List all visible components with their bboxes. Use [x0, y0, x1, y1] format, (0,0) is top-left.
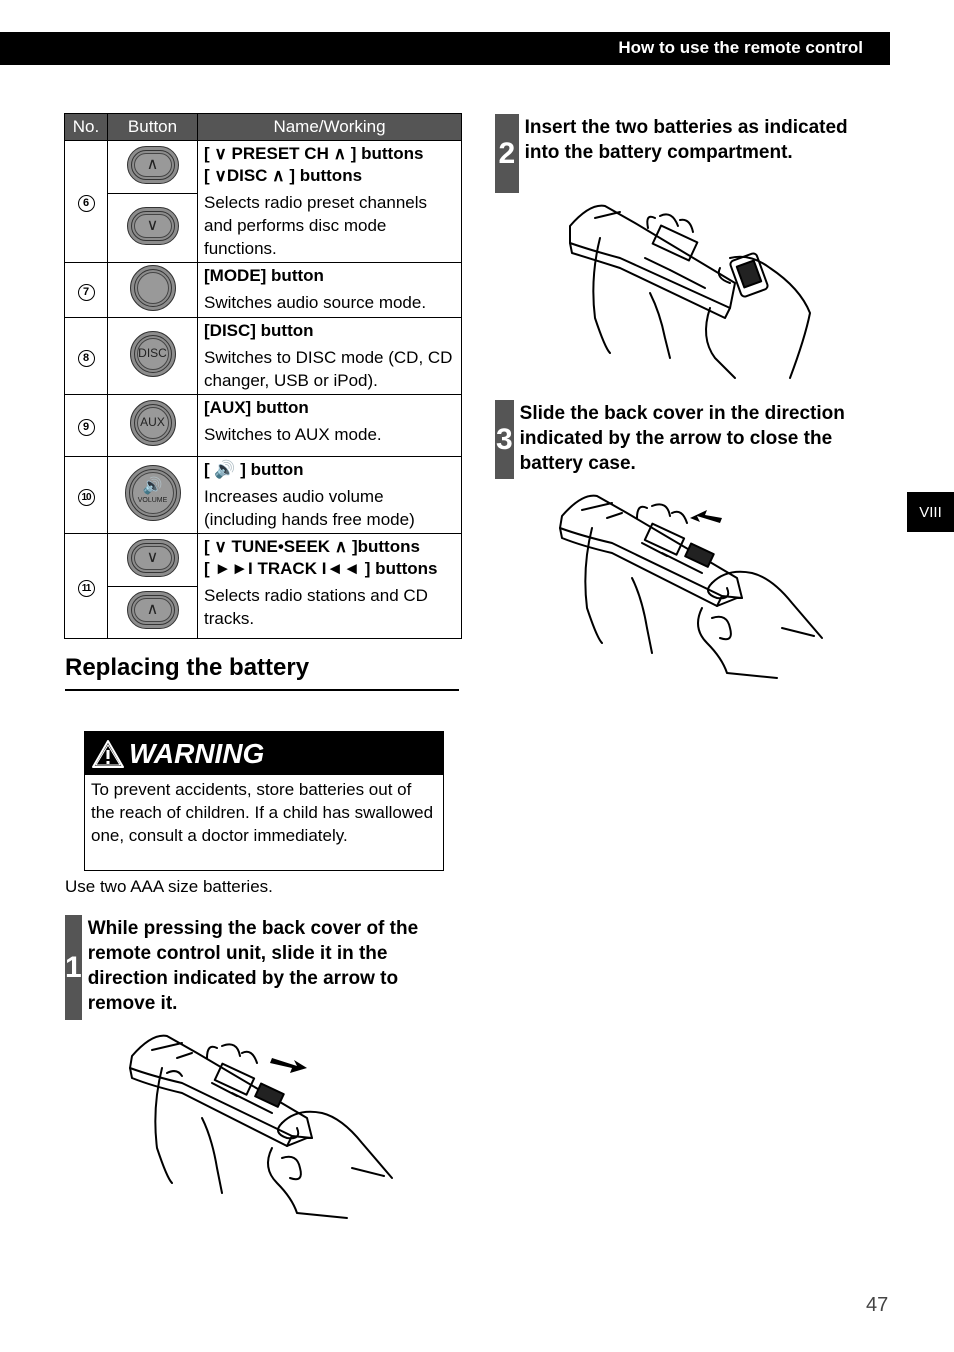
up-chevron-button-icon: ∧ — [126, 591, 179, 629]
step-text: While pressing the back cover of the rem… — [87, 918, 419, 1014]
warning-triangle-icon — [92, 739, 124, 768]
row-number: 10 — [64, 456, 108, 534]
header-bar: How to use the remote control — [0, 32, 890, 65]
button-cell: ∨ — [107, 193, 198, 263]
button-name: [DISC] button — [204, 321, 314, 340]
volume-button-icon: 🔊 VOLUME — [124, 464, 181, 521]
section-title: Replacing the battery — [65, 654, 310, 681]
mode-button-icon — [129, 264, 176, 311]
col-header-button: Button — [107, 113, 198, 141]
desc-cell: [ 🔊 ] button Increases audio volume (inc… — [197, 456, 462, 534]
desc-cell: [AUX] button Switches to AUX mode. — [197, 394, 462, 457]
button-cell: 🔊 VOLUME — [107, 456, 198, 534]
close-cover-illustration — [559, 494, 823, 679]
button-name: [AUX] button — [204, 398, 309, 417]
header-title: How to use the remote control — [618, 38, 863, 57]
insert-batteries-illustration — [569, 204, 811, 379]
desc-cell: [DISC] button Switches to DISC mode (CD,… — [197, 317, 462, 395]
table-row: 8 DISC [DISC] button Switches to DISC mo… — [64, 317, 462, 395]
desc-cell: [ ∨ TUNE•SEEK ∧ ]buttons [ ►►I TRACK I◄◄… — [197, 533, 462, 639]
button-working: Switches audio source mode. — [204, 293, 427, 312]
button-name: [MODE] button — [204, 266, 324, 285]
up-chevron-button-icon: ∧ — [126, 145, 179, 184]
warning-text: To prevent accidents, store batteries ou… — [91, 780, 434, 845]
button-name: [ ∨DISC ∧ ] buttons — [204, 166, 363, 185]
desc-cell: [MODE] button Switches audio source mode… — [197, 262, 462, 318]
step-text: Slide the back cover in the direction in… — [519, 403, 845, 474]
table-header-row: No. Button Name/Working — [64, 113, 462, 141]
battery-note: Use two AAA size batteries. — [65, 877, 273, 896]
table-row: 6 ∧ [ ∨ PRESET CH ∧ ] buttons [ ∨DISC ∧ … — [64, 139, 462, 263]
desc-cell: [ ∨ PRESET CH ∧ ] buttons [ ∨DISC ∧ ] bu… — [197, 140, 462, 263]
col-header-name: Name/Working — [197, 113, 462, 141]
step-number: 1 — [65, 915, 82, 1020]
button-cell: ∧ — [107, 586, 198, 639]
down-chevron-button-icon: ∨ — [126, 206, 179, 245]
button-working: Switches to AUX mode. — [204, 425, 382, 444]
warning-label: WARNING — [129, 737, 265, 769]
row-number: 11 — [64, 533, 108, 639]
col-header-no: No. — [64, 113, 108, 141]
button-working: Selects radio preset channels and perfor… — [204, 193, 428, 258]
chapter-tab: VIII — [907, 492, 954, 532]
warning-box: WARNING To prevent accidents, store batt… — [84, 731, 444, 871]
table-row: 7 [MODE] button Switches audio source mo… — [64, 262, 462, 318]
page-number: 47 — [866, 1294, 889, 1316]
aux-button-icon: AUX — [129, 400, 176, 446]
arrow-icon — [690, 510, 722, 523]
button-cell: ∨ — [107, 533, 198, 587]
step-number: 2 — [495, 114, 519, 193]
step-3: 3 Slide the back cover in the direction … — [495, 400, 885, 479]
button-table: No. Button Name/Working 6 ∧ [ ∨ PRESET C… — [64, 113, 462, 639]
down-chevron-button-icon: ∨ — [126, 538, 179, 577]
button-cell: ∧ — [107, 139, 198, 195]
button-name: [ 🔊 ] button — [204, 460, 304, 479]
button-working: Selects radio stations and CD tracks. — [204, 586, 428, 628]
row-number: 7 — [64, 262, 108, 318]
arrow-icon — [270, 1058, 307, 1073]
button-working: Increases audio volume (including hands … — [204, 487, 415, 529]
step-number: 3 — [495, 400, 514, 479]
step-2: 2 Insert the two batteries as indicated … — [495, 114, 885, 193]
button-working: Switches to DISC mode (CD, CD changer, U… — [204, 348, 453, 390]
button-name: [ ►►I TRACK I◄◄ ] buttons — [204, 559, 438, 578]
section-divider — [65, 689, 459, 691]
speaker-icon: 🔊 — [142, 477, 163, 495]
table-row: 10 🔊 VOLUME [ 🔊 ] button Increases audio … — [64, 456, 462, 534]
button-name: [ ∨ TUNE•SEEK ∧ ]buttons — [204, 537, 420, 556]
table-row: 9 AUX [AUX] button Switches to AUX mode. — [64, 394, 462, 457]
table-row: 11 ∨ [ ∨ TUNE•SEEK ∧ ]buttons [ ►►I TRAC… — [64, 533, 462, 639]
button-cell — [107, 262, 198, 318]
step-1: 1 While pressing the back cover of the r… — [65, 915, 445, 1020]
step-text: Insert the two batteries as indicated in… — [524, 117, 848, 163]
button-cell: AUX — [107, 394, 198, 457]
row-number: 9 — [64, 394, 108, 457]
warning-header: WARNING — [85, 732, 443, 775]
row-number: 8 — [64, 317, 108, 395]
row-number: 6 — [64, 140, 108, 263]
button-cell: DISC — [107, 317, 198, 395]
button-name: [ ∨ PRESET CH ∧ ] buttons — [204, 144, 424, 163]
disc-button-icon: DISC — [129, 330, 176, 377]
remove-cover-illustration — [129, 1034, 393, 1219]
